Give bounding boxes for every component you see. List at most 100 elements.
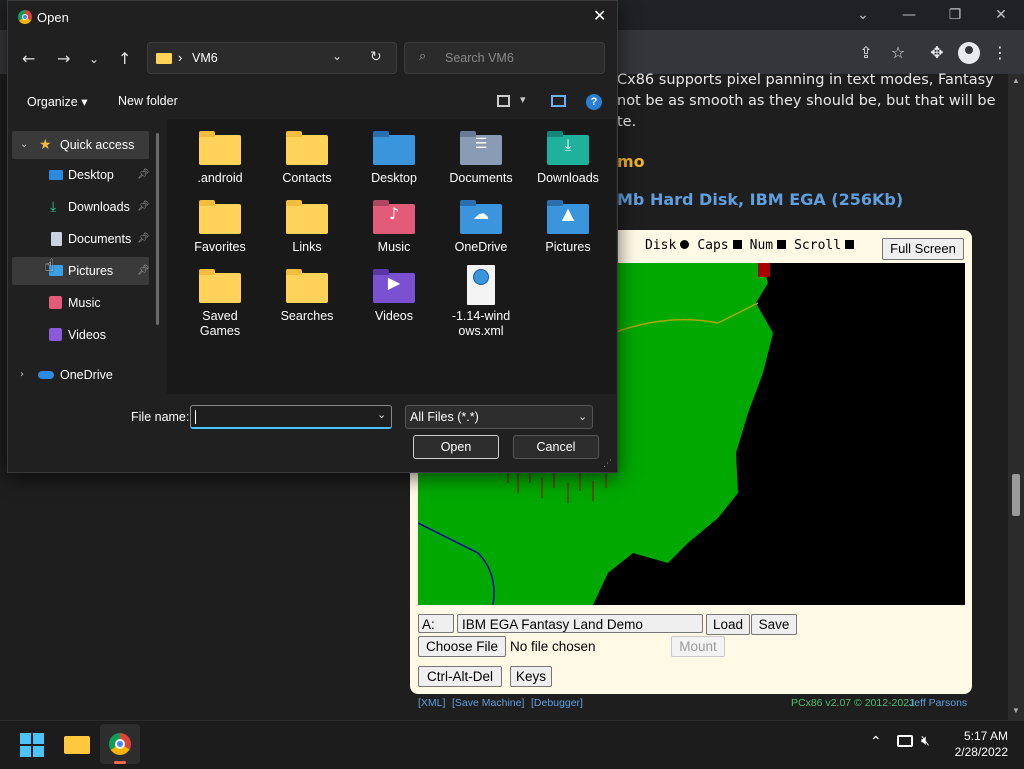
nav-label: Documents [68,232,132,246]
volume-mute-icon[interactable]: 🔇︎ [921,733,930,749]
address-bar[interactable]: › VM6 ⌄ ↻ [147,42,397,74]
xml-link[interactable]: [XML] [418,697,445,709]
full-screen-button[interactable]: Full Screen [882,238,964,260]
nav-label: Pictures [68,264,114,278]
disk-select[interactable]: IBM EGA Fantasy Land Demo [457,614,703,633]
nav-videos[interactable]: Videos [12,321,149,349]
chrome-menu-icon[interactable]: ⋮ [989,42,1011,64]
tab-search-icon[interactable]: ⌄ [843,4,883,26]
file-label: OneDrive [454,240,508,254]
file-item[interactable]: ☁ OneDrive [438,200,524,255]
debugger-link[interactable]: [Debugger] [531,697,583,709]
author-link[interactable]: Jeff Parsons [909,697,967,709]
network-icon[interactable] [897,735,913,747]
file-item[interactable]: ▶ Videos [351,269,437,324]
scroll-thumb[interactable] [1012,474,1020,516]
nav-pane-scrollbar[interactable] [156,133,159,325]
nav-downloads[interactable]: ⤓ Downloads 📌︎ [12,193,150,221]
share-icon[interactable]: ⇪ [855,42,877,64]
drive-select[interactable]: A: [418,614,454,633]
address-dropdown-icon[interactable]: ⌄ [332,49,342,63]
disk-label: Disk [645,238,677,253]
address-folder[interactable]: VM6 [192,51,218,65]
view-options-icon[interactable] [497,95,510,107]
file-item[interactable]: ▲ Pictures [525,200,611,255]
dialog-close-icon[interactable]: ✕ [593,6,606,25]
show-hidden-icons[interactable]: ⌃ [870,734,882,750]
start-windows-icon[interactable] [20,733,44,757]
file-item[interactable]: Links [264,200,350,255]
file-item[interactable]: Saved Games [177,269,263,339]
file-explorer-icon[interactable] [64,736,90,754]
file-item[interactable]: Favorites [177,200,263,255]
help-icon[interactable]: ? [586,94,602,110]
file-item[interactable]: .android [177,131,263,186]
dialog-title: Open [37,10,69,25]
chrome-taskbar-icon[interactable] [100,724,140,764]
save-machine-link[interactable]: [Save Machine] [452,697,524,709]
expand-chevron-icon[interactable]: ⌄ [20,131,28,159]
nav-desktop[interactable]: Desktop 📌︎ [12,161,150,189]
file-item[interactable]: ⤓ Downloads [525,131,611,186]
open-button[interactable]: Open [413,435,499,459]
file-label: Music [377,240,411,254]
nav-pictures[interactable]: Pictures 📌︎ [12,257,150,285]
mount-button[interactable]: Mount [671,636,725,657]
file-label: Documents [449,171,513,185]
pin-icon[interactable]: 📌︎ [137,161,150,189]
extensions-icon[interactable]: ✥ [926,42,948,64]
file-item[interactable]: Desktop [351,131,437,186]
preview-pane-icon[interactable] [551,95,566,107]
scroll-up-icon[interactable]: ▲ [1010,76,1022,85]
view-dropdown-icon[interactable]: ▾ [520,93,526,106]
pin-icon[interactable]: 📌︎ [137,193,150,221]
file-name-dropdown-icon[interactable]: ⌄ [377,408,386,421]
refresh-icon[interactable]: ↻ [370,49,382,65]
load-button[interactable]: Load [706,614,750,635]
file-item[interactable]: ☰ Documents [438,131,524,186]
desktop-icon [49,170,63,180]
paragraph-line: te. [617,114,637,130]
clock-date: 2/28/2022 [954,745,1008,759]
maximize-button[interactable]: ❐ [935,4,975,26]
forward-arrow-icon[interactable]: → [57,49,70,68]
profile-avatar[interactable] [958,42,980,64]
pin-icon[interactable]: 📌︎ [137,257,150,285]
file-name-input[interactable]: ⌄ [190,405,392,429]
page-scrollbar[interactable] [1008,74,1024,720]
ctrl-alt-del-button[interactable]: Ctrl-Alt-Del [418,666,502,687]
close-browser-button[interactable]: ✕ [981,4,1021,26]
file-type-select[interactable]: All Files (*.*) ⌄ [405,405,593,429]
system-clock[interactable]: 5:17 AM 2/28/2022 [955,728,1008,760]
file-item[interactable]: Contacts [264,131,350,186]
folder-icon [199,200,241,234]
recent-locations-chevron-icon[interactable]: ⌄ [89,52,99,66]
choose-file-button[interactable]: Choose File [418,636,506,657]
search-box[interactable]: ⌕ Search VM6 [404,42,605,74]
chrome-logo-icon [18,10,32,24]
folder-icon [286,131,328,165]
file-item[interactable]: ♪ Music [351,200,437,255]
back-arrow-icon[interactable]: ← [22,49,35,68]
machine-heading[interactable]: Mb Hard Disk, IBM EGA (256Kb) [617,190,903,209]
file-item[interactable]: -1.14-wind ows.xml [438,265,524,339]
nav-onedrive[interactable]: › OneDrive [12,361,149,389]
keys-button[interactable]: Keys [510,666,552,687]
minimize-button[interactable]: — [889,4,929,26]
save-button[interactable]: Save [751,614,797,635]
cancel-button[interactable]: Cancel [513,435,599,459]
nav-music[interactable]: Music [12,289,149,317]
new-folder-button[interactable]: New folder [118,94,178,108]
organize-menu[interactable]: Organize ▾ [27,94,87,109]
resize-grip-icon[interactable]: ⋰ [603,459,612,469]
file-type-dropdown-icon[interactable]: ⌄ [578,406,587,428]
scroll-down-icon[interactable]: ▼ [1010,706,1022,715]
file-label: Videos [375,309,413,323]
up-arrow-icon[interactable]: ↑ [118,49,131,68]
bookmark-star-icon[interactable]: ☆ [887,42,909,64]
nav-quick-access[interactable]: ⌄ ★ Quick access [12,131,149,159]
file-item[interactable]: Searches [264,269,350,324]
nav-documents[interactable]: Documents 📌︎ [12,225,150,253]
pin-icon[interactable]: 📌︎ [137,225,150,253]
expand-chevron-icon[interactable]: › [20,361,24,389]
